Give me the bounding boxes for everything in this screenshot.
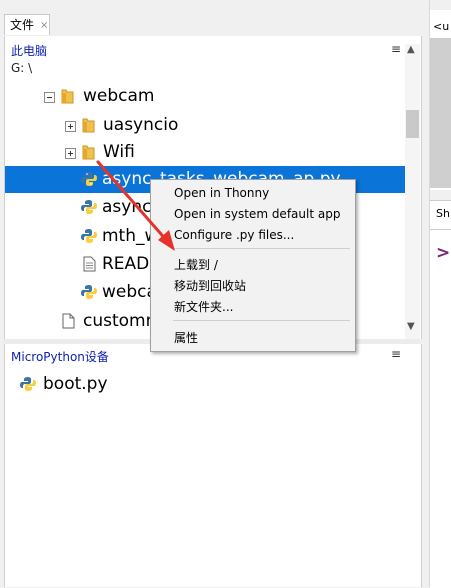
device-item-label: boot.py — [43, 374, 108, 394]
python-file-icon — [81, 171, 97, 187]
shell-prompt: > — [436, 243, 451, 263]
expand-icon[interactable] — [65, 121, 76, 132]
menu-item-new-folder[interactable]: 新文件夹... — [174, 299, 233, 315]
scroll-down-icon[interactable]: ▼ — [407, 321, 415, 332]
menu-item-configure-py-files[interactable]: Configure .py files... — [174, 227, 294, 243]
folder-icon — [82, 144, 95, 160]
python-file-icon — [81, 284, 97, 300]
expand-icon[interactable] — [65, 148, 76, 159]
editor-tab[interactable]: <u — [433, 20, 449, 33]
menu-separator — [173, 248, 350, 249]
collapse-icon[interactable] — [44, 92, 55, 103]
current-path: G: \ — [11, 61, 33, 75]
tree-item-label: webcam — [83, 86, 155, 106]
divider — [430, 229, 451, 230]
editor-pane: <u — [430, 10, 451, 190]
folder-icon — [61, 88, 74, 104]
text-file-icon — [83, 256, 96, 272]
editor-area — [430, 38, 451, 188]
shell-tab[interactable]: Sh — [436, 207, 450, 220]
scrollbar-thumb[interactable] — [406, 110, 419, 138]
shell-pane: Sh > — [430, 200, 451, 588]
tree-item-label: webca — [102, 282, 157, 302]
tree-item-label: READI — [102, 254, 155, 274]
tab-files[interactable]: 文件 × — [4, 14, 50, 35]
tree-item-webcam[interactable]: webcam — [5, 83, 405, 110]
menu-item-properties[interactable]: 属性 — [174, 330, 198, 346]
python-file-icon — [81, 228, 97, 244]
file-icon — [62, 313, 75, 329]
python-file-icon — [20, 376, 36, 392]
panel-title-device: MicroPython设备 — [11, 350, 109, 364]
tab-files-label: 文件 — [10, 18, 35, 32]
panel-menu-icon[interactable]: ≡ — [391, 347, 401, 361]
panel-title-this-pc: 此电脑 — [11, 44, 48, 58]
device-item-boot[interactable]: boot.py — [5, 371, 405, 398]
menu-item-upload[interactable]: 上载到 / — [174, 257, 218, 273]
tab-strip: 文件 × — [0, 0, 430, 36]
context-menu: Open in Thonny Open in system default ap… — [150, 179, 356, 352]
device-panel: MicroPython设备 ≡ boot.py — [4, 344, 422, 587]
tree-item-label: customn — [83, 311, 157, 331]
menu-separator — [173, 320, 350, 321]
close-icon[interactable]: × — [40, 15, 48, 36]
menu-item-open-in-thonny[interactable]: Open in Thonny — [174, 185, 269, 201]
tree-item-uasyncio[interactable]: uasyncio — [5, 112, 405, 139]
tree-item-wifi[interactable]: Wifi — [5, 139, 405, 166]
tree-item-label: Wifi — [103, 142, 135, 162]
python-file-icon — [81, 199, 97, 215]
folder-icon — [82, 117, 95, 133]
scroll-up-icon[interactable]: ▲ — [407, 44, 415, 55]
tree-item-label: uasyncio — [103, 115, 179, 135]
menu-item-open-system-default[interactable]: Open in system default app — [174, 206, 340, 222]
files-scrollbar[interactable]: ▲ ▼ — [405, 44, 420, 339]
menu-item-move-to-recycle-bin[interactable]: 移动到回收站 — [174, 278, 246, 294]
panel-menu-icon[interactable]: ≡ — [391, 42, 401, 56]
